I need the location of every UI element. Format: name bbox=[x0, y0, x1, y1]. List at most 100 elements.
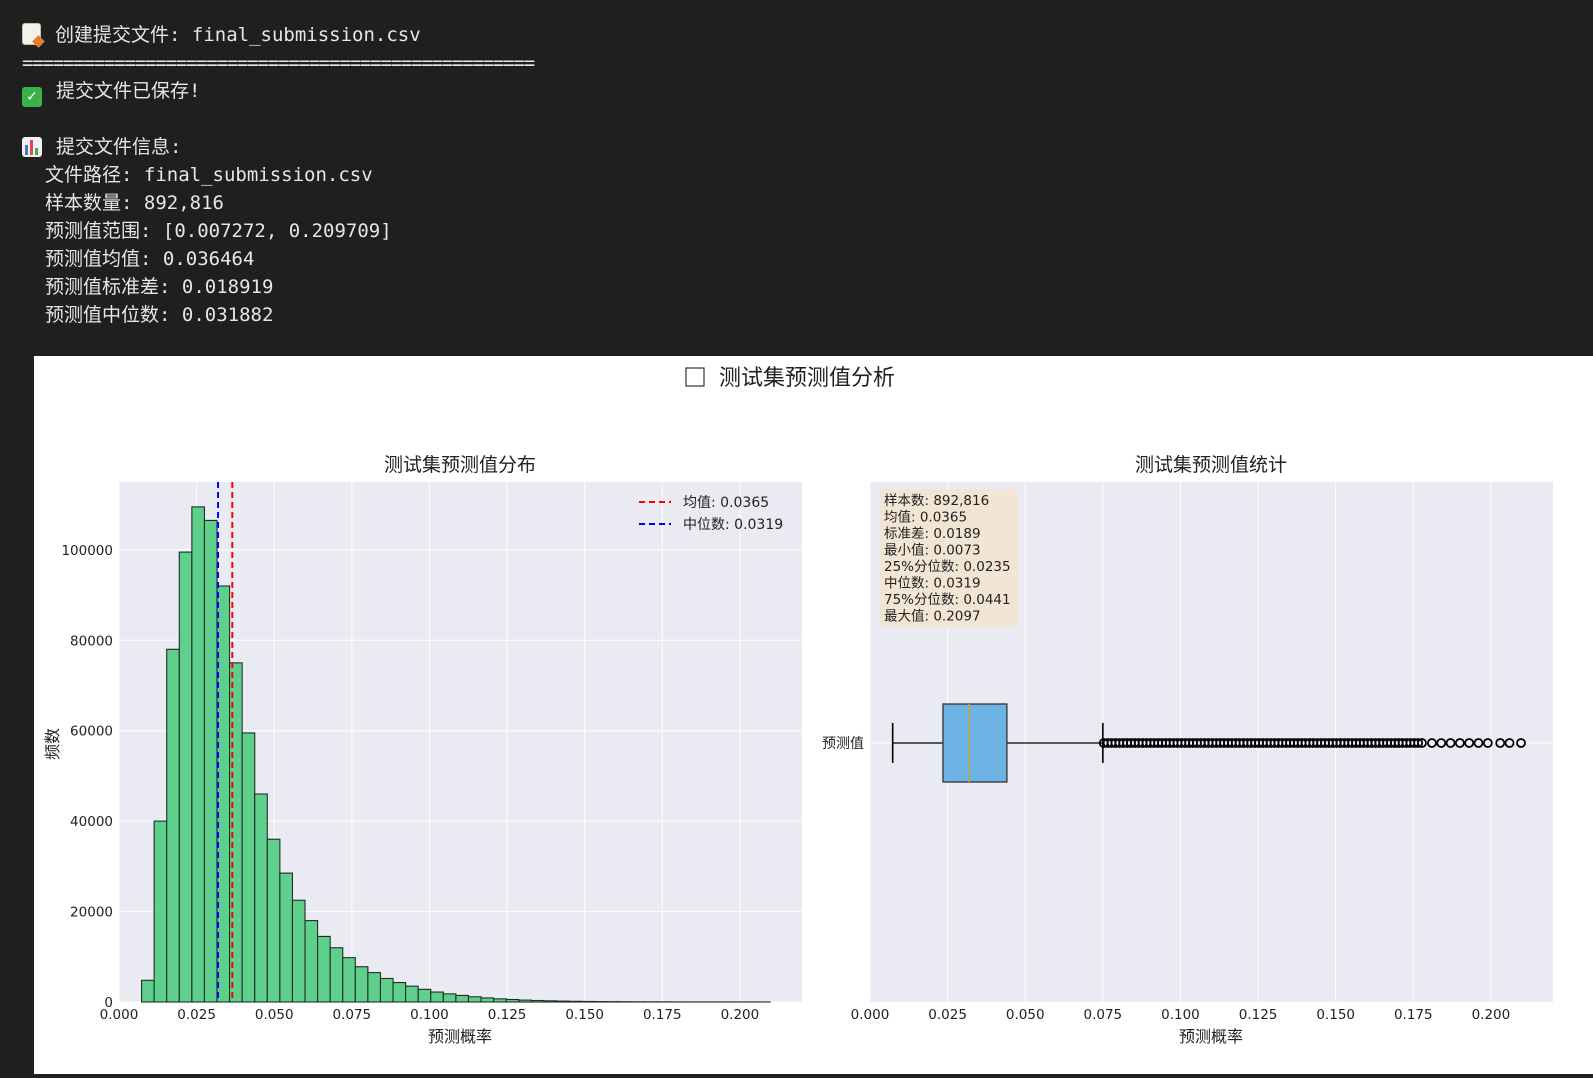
missing-glyph-icon bbox=[686, 368, 704, 386]
create-file-text: 创建提交文件: final_submission.csv bbox=[55, 24, 421, 46]
boxplot-x-tick-label: 0.200 bbox=[1472, 1007, 1511, 1023]
check-mark-icon: ✓ bbox=[22, 87, 42, 107]
histogram-bar bbox=[368, 973, 381, 1002]
info-mean: 预测值均值: 0.036464 bbox=[45, 246, 254, 272]
histogram-bar bbox=[544, 1001, 557, 1002]
info-sample-count: 样本数量: 892,816 bbox=[45, 190, 224, 216]
boxplot-x-tick-label: 0.175 bbox=[1394, 1007, 1433, 1023]
histogram-bar bbox=[330, 948, 343, 1002]
histogram-x-tick-label: 0.050 bbox=[255, 1007, 294, 1023]
boxplot-x-tick-label: 0.125 bbox=[1239, 1007, 1278, 1023]
histogram-bar bbox=[154, 821, 167, 1002]
histogram-bar bbox=[292, 900, 305, 1002]
histogram-x-ticks: 0.0000.0250.0500.0750.1000.1250.1500.175… bbox=[100, 1007, 760, 1023]
histogram-y-label: 频数 bbox=[43, 728, 62, 760]
stats-box: 样本数: 892,816 均值: 0.0365 标准差: 0.0189 最小值:… bbox=[879, 489, 1018, 627]
boxplot-x-label: 预测概率 bbox=[1179, 1027, 1243, 1046]
figure-suptitle: 测试集预测值分析 bbox=[719, 366, 895, 391]
histogram-bar bbox=[406, 986, 419, 1002]
stats-q3: 75%分位数: 0.0441 bbox=[884, 592, 1011, 608]
histogram-bar bbox=[267, 839, 280, 1002]
histogram-bar bbox=[242, 733, 255, 1002]
stats-sample-count: 样本数: 892,816 bbox=[884, 493, 989, 509]
legend-median-label: 中位数: 0.0319 bbox=[683, 517, 783, 533]
separator-line: ========================================… bbox=[22, 50, 534, 76]
boxplot-category-label: 预测值 bbox=[822, 736, 864, 752]
figure-output: 测试集预测值分析 测试集预测值分布 0.000 0.025 0.050 0.075 0.… bbox=[34, 356, 1593, 1074]
histogram-bar bbox=[192, 507, 205, 1002]
info-range: 预测值范围: [0.007272, 0.209709] bbox=[45, 218, 392, 244]
histogram-x-tick-label: 0.125 bbox=[488, 1007, 527, 1023]
histogram-bar bbox=[494, 999, 507, 1002]
histogram-bar bbox=[506, 1000, 519, 1002]
stats-median: 中位数: 0.0319 bbox=[884, 576, 981, 592]
console-output: 创建提交文件: final_submission.csv ===========… bbox=[0, 0, 1593, 360]
memo-icon bbox=[22, 23, 41, 45]
histogram-bar bbox=[531, 1001, 544, 1002]
boxplot-iqr-box bbox=[943, 704, 1007, 782]
histogram-bar bbox=[519, 1000, 532, 1002]
histogram-bar bbox=[443, 994, 456, 1002]
stats-min: 最小值: 0.0073 bbox=[884, 543, 981, 559]
histogram-bar bbox=[167, 649, 180, 1002]
boxplot-x-tick-label: 0.025 bbox=[928, 1007, 967, 1023]
histogram-title: 测试集预测值分布 bbox=[384, 454, 536, 476]
bar-chart-icon bbox=[22, 137, 42, 157]
boxplot-x-tick-label: 0.100 bbox=[1161, 1007, 1200, 1023]
histogram-bar bbox=[255, 794, 268, 1002]
histogram-bar bbox=[431, 992, 444, 1002]
histogram-bar bbox=[582, 1001, 595, 1002]
info-median: 预测值中位数: 0.031882 bbox=[45, 302, 273, 328]
histogram-bar bbox=[380, 978, 393, 1002]
histogram-bar bbox=[305, 921, 318, 1002]
boxplot-x-tick-label: 0.000 bbox=[851, 1007, 890, 1023]
histogram-bar bbox=[280, 873, 293, 1002]
histogram-bar bbox=[569, 1001, 582, 1002]
histogram-bar bbox=[418, 989, 431, 1002]
stats-mean: 均值: 0.0365 bbox=[884, 510, 967, 526]
legend-mean-label: 均值: 0.0365 bbox=[683, 495, 769, 511]
histogram-x-tick-label: 0.100 bbox=[410, 1007, 449, 1023]
histogram-y-tick-label: 20000 bbox=[70, 905, 113, 921]
histogram-bar bbox=[556, 1001, 569, 1002]
histogram-x-label: 预测概率 bbox=[428, 1027, 492, 1046]
info-file-path: 文件路径: final_submission.csv bbox=[45, 162, 373, 188]
stats-q1: 25%分位数: 0.0235 bbox=[884, 559, 1011, 575]
histogram-bar bbox=[318, 936, 331, 1002]
histogram-bar bbox=[355, 967, 368, 1002]
histogram-y-tick-label: 60000 bbox=[70, 724, 113, 740]
histogram-x-tick-label: 0.150 bbox=[565, 1007, 604, 1023]
stats-max: 最大值: 0.2097 bbox=[884, 609, 981, 625]
info-header-text: 提交文件信息: bbox=[56, 136, 181, 158]
figure-canvas: 测试集预测值分析 测试集预测值分布 0.000 0.025 0.050 0.075 0.… bbox=[34, 356, 1593, 1074]
histogram-y-ticks: 0 20000 40000 60000 80000 100000 bbox=[61, 543, 113, 1011]
suptitle-group: 测试集预测值分析 bbox=[686, 366, 895, 391]
saved-line: ✓ 提交文件已保存! bbox=[22, 78, 200, 107]
histogram-y-tick-label: 80000 bbox=[70, 633, 113, 649]
histogram-x-tick-label: 0.075 bbox=[333, 1007, 372, 1023]
histogram-x-tick-label: 0.175 bbox=[643, 1007, 682, 1023]
histogram-bar bbox=[481, 998, 494, 1002]
histogram-y-tick-label: 0 bbox=[104, 995, 113, 1011]
info-std: 预测值标准差: 0.018919 bbox=[45, 274, 273, 300]
histogram-chart: 测试集预测值分布 0.0000.0250.0500.0750.1000.1250… bbox=[43, 454, 802, 1046]
histogram-bar bbox=[456, 995, 469, 1002]
boxplot-chart: 测试集预测值统计 0.000 0.025 0.050 0.075 0.100 0.125 0… bbox=[822, 454, 1553, 1046]
saved-text: 提交文件已保存! bbox=[56, 80, 200, 102]
histogram-bar bbox=[343, 958, 356, 1002]
info-header-line: 提交文件信息: bbox=[22, 134, 181, 160]
histogram-x-tick-label: 0.200 bbox=[721, 1007, 760, 1023]
histogram-x-tick-label: 0.025 bbox=[177, 1007, 216, 1023]
histogram-bar bbox=[179, 552, 192, 1002]
stats-std: 标准差: 0.0189 bbox=[884, 526, 981, 542]
boxplot-x-ticks: 0.0000.0250.0500.0750.1000.1250.1500.175… bbox=[851, 1007, 1511, 1023]
histogram-y-tick-label: 40000 bbox=[70, 814, 113, 830]
histogram-bar bbox=[204, 520, 217, 1002]
histogram-y-tick-label: 100000 bbox=[61, 543, 113, 559]
histogram-bar bbox=[468, 997, 481, 1002]
create-file-line: 创建提交文件: final_submission.csv bbox=[22, 22, 421, 48]
boxplot-x-tick-label: 0.075 bbox=[1084, 1007, 1123, 1023]
histogram-bar bbox=[142, 980, 155, 1002]
boxplot-title: 测试集预测值统计 bbox=[1135, 454, 1287, 476]
boxplot-x-tick-label: 0.050 bbox=[1006, 1007, 1045, 1023]
